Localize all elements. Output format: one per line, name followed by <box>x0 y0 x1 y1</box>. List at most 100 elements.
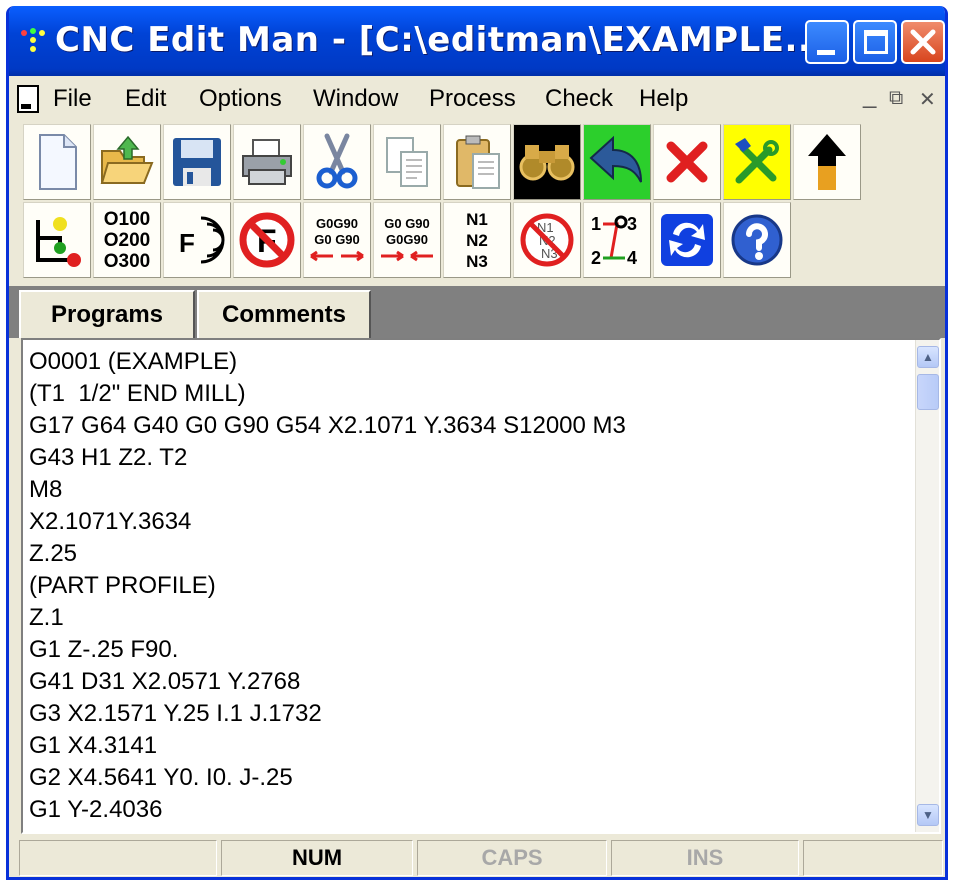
code-line: Z.25 <box>29 540 78 567</box>
paste-icon <box>456 135 500 189</box>
code-editor[interactable]: O0001 (EXAMPLE) (T1 1/2" END MILL) G17 G… <box>23 340 917 832</box>
menu-window[interactable]: Window <box>313 85 398 113</box>
remove-sequence-numbers-button[interactable]: N1N2N3 <box>513 202 581 278</box>
status-pane-message <box>19 840 217 876</box>
code-line: G3 X2.1571 Y.25 I.1 J.1732 <box>29 700 322 727</box>
refresh-button[interactable] <box>653 202 721 278</box>
tab-label: Comments <box>221 301 347 328</box>
code-line: X2.1071Y.3634 <box>29 508 192 535</box>
open-button[interactable] <box>93 124 161 200</box>
tab-strip: Programs Comments <box>9 286 945 338</box>
print-icon <box>242 139 292 185</box>
compress-arrows-icon <box>381 250 433 262</box>
no-sequence-numbers-icon: N1N2N3 <box>520 213 574 267</box>
add-sequence-numbers-button[interactable]: N1 N2 N3 <box>443 202 511 278</box>
tree-view-button[interactable] <box>23 202 91 278</box>
app-window: CNC Edit Man - [C:\editman\EXAMPLE.... F… <box>6 6 948 880</box>
menu-file[interactable]: File <box>53 85 92 113</box>
renumber-icon: 1 3 2 4 <box>591 214 637 268</box>
tree-structure-icon <box>36 217 81 267</box>
code-line: G43 H1 Z2. T2 <box>29 444 188 471</box>
code-line: G41 D31 X2.0571 Y.2768 <box>29 668 301 695</box>
menu-process[interactable]: Process <box>429 85 516 113</box>
copy-button[interactable] <box>373 124 441 200</box>
close-button[interactable] <box>901 20 945 64</box>
app-logo-icon <box>21 28 47 54</box>
chevron-down-icon: ▼ <box>922 808 934 822</box>
scroll-down-button[interactable]: ▼ <box>917 804 939 826</box>
close-icon <box>910 29 936 55</box>
maximize-button[interactable] <box>853 20 897 64</box>
minimize-button[interactable] <box>805 20 849 64</box>
mdi-minimize-icon[interactable]: _ <box>863 82 876 110</box>
mdi-close-icon[interactable]: ✕ <box>919 87 936 112</box>
compress-g0g90-button[interactable]: G0 G90 G0G90 <box>373 202 441 278</box>
code-line: G2 X4.5641 Y0. I0. J-.25 <box>29 764 293 791</box>
window-title: CNC Edit Man - [C:\editman\EXAMPLE.... <box>55 20 839 60</box>
n-number-label: N1 <box>466 209 488 229</box>
find-binoculars-icon <box>519 145 575 181</box>
tab-programs[interactable]: Programs <box>19 290 195 338</box>
tab-label: Programs <box>50 301 164 328</box>
renumber-label: 2 <box>591 248 601 268</box>
cut-button[interactable] <box>303 124 371 200</box>
help-button[interactable] <box>723 202 791 278</box>
copy-icon <box>386 137 428 187</box>
status-num: NUM <box>221 840 413 876</box>
g-code-label: G0G90 <box>316 216 358 231</box>
chevron-up-icon: ▲ <box>922 350 934 364</box>
new-document-icon <box>39 134 77 190</box>
program-numbers-button[interactable]: O100 O200 O300 <box>93 202 161 278</box>
menu-edit[interactable]: Edit <box>125 85 166 113</box>
renumber-label: 3 <box>627 214 637 234</box>
feed-label: F <box>179 228 195 258</box>
title-bar[interactable]: CNC Edit Man - [C:\editman\EXAMPLE.... <box>9 6 945 76</box>
scroll-thumb[interactable] <box>917 374 939 410</box>
menu-help[interactable]: Help <box>639 85 688 113</box>
remove-feed-button[interactable]: F <box>233 202 301 278</box>
expand-g0g90-button[interactable]: G0G90 G0 G90 <box>303 202 371 278</box>
expand-arrows-icon <box>310 250 364 262</box>
editor-frame: O0001 (EXAMPLE) (T1 1/2" END MILL) G17 G… <box>21 338 941 834</box>
undo-arrow-icon <box>589 135 642 183</box>
feed-button[interactable]: F <box>163 202 231 278</box>
toolbar: O100 O200 O300 F F G0G90 G0 G90 G0 G90 G… <box>9 122 945 286</box>
mdi-restore-icon[interactable]: ⧉ <box>889 87 903 110</box>
status-pane-extra <box>803 840 943 876</box>
g-code-label: G0 G90 <box>384 216 430 231</box>
pointer-pin-icon <box>808 134 846 190</box>
minimize-icon <box>817 50 835 55</box>
new-button[interactable] <box>23 124 91 200</box>
no-feed-icon: F <box>239 212 295 268</box>
menu-check[interactable]: Check <box>545 85 613 113</box>
delete-button[interactable] <box>653 124 721 200</box>
document-icon[interactable] <box>17 85 39 113</box>
save-button[interactable] <box>163 124 231 200</box>
renumber-button[interactable]: 1 3 2 4 <box>583 202 651 278</box>
scroll-up-button[interactable]: ▲ <box>917 346 939 368</box>
paste-button[interactable] <box>443 124 511 200</box>
settings-tools-icon <box>735 138 779 184</box>
vertical-scrollbar[interactable]: ▲ ▼ <box>915 340 939 832</box>
settings-button[interactable] <box>723 124 791 200</box>
status-bar: NUM CAPS INS <box>9 838 945 877</box>
save-disk-icon <box>173 138 221 186</box>
undo-button[interactable] <box>583 124 651 200</box>
code-line: M8 <box>29 476 63 503</box>
code-line: G17 G64 G40 G0 G90 G54 X2.1071 Y.3634 S1… <box>29 412 626 439</box>
find-button[interactable] <box>513 124 581 200</box>
feed-arc-icon: F <box>179 216 225 264</box>
g-code-label: G0 G90 <box>314 232 360 247</box>
help-question-icon <box>731 214 783 266</box>
code-line: G1 Z-.25 F90. <box>29 636 179 663</box>
code-line: O0001 (EXAMPLE) <box>29 348 238 375</box>
pointer-button[interactable] <box>793 124 861 200</box>
menu-options[interactable]: Options <box>199 85 282 113</box>
tab-comments[interactable]: Comments <box>197 290 371 338</box>
program-number-label: O100 <box>103 208 151 230</box>
code-line: G1 X4.3141 <box>29 732 158 759</box>
print-button[interactable] <box>233 124 301 200</box>
status-caps: CAPS <box>417 840 607 876</box>
code-line: Z.1 <box>29 604 64 631</box>
code-line: (PART PROFILE) <box>29 572 216 599</box>
